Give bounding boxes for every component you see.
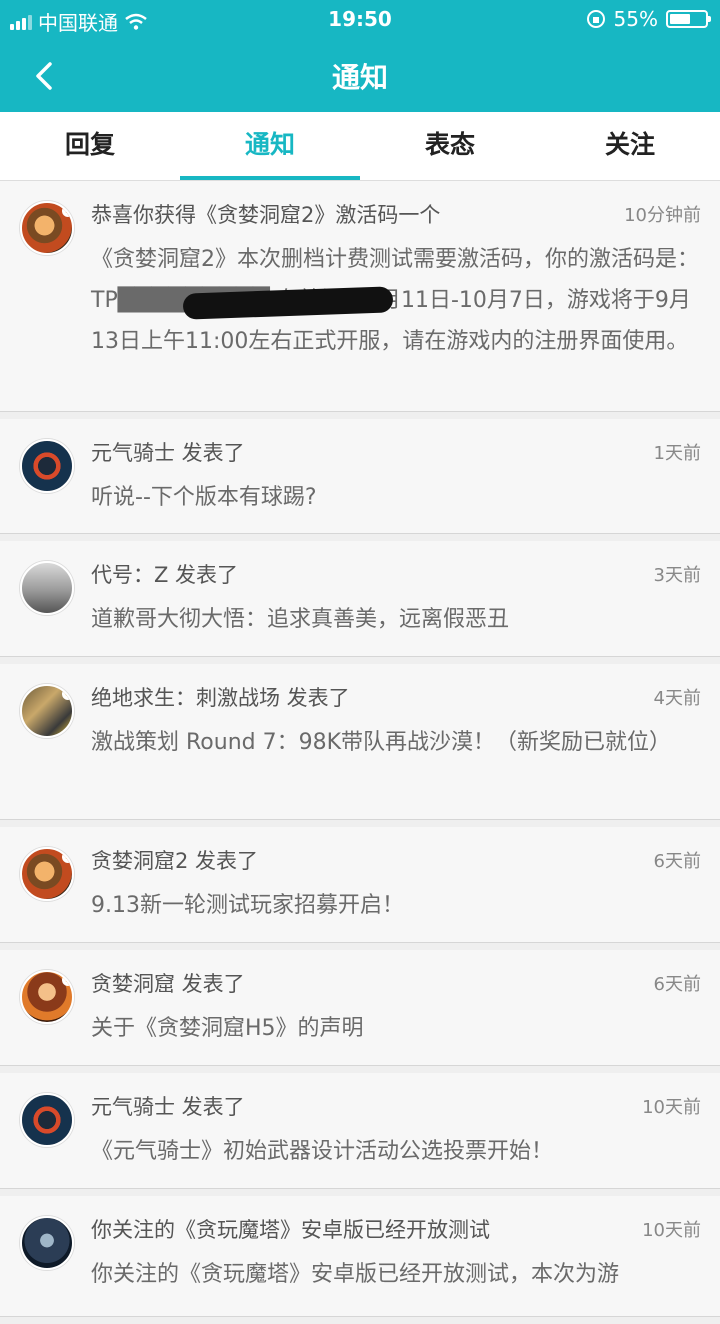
notification-body: 听说--下个版本有球踢? xyxy=(91,485,317,510)
avatar: ⚡ xyxy=(20,970,74,1024)
avatar xyxy=(20,1216,74,1270)
avatar: ⚡ xyxy=(20,201,74,255)
active-tab-indicator xyxy=(180,176,360,180)
avatar: ⚡ xyxy=(20,847,74,901)
rotation-lock-icon xyxy=(586,10,605,28)
notification-title: 元气骑士 发表了 xyxy=(91,1095,245,1119)
battery-percent: 55% xyxy=(613,7,658,31)
notification-time: 4天前 xyxy=(653,688,701,709)
notification-title: 代号：Z 发表了 xyxy=(91,563,239,587)
avatar xyxy=(20,1093,74,1147)
notification-list: ⚡ 恭喜你获得《贪婪洞窟2》激活码一个 10分钟前 《贪婪洞窟2》本次删档计费测… xyxy=(0,181,720,1324)
notification-title: 贪婪洞窟 发表了 xyxy=(91,972,245,996)
notification-item[interactable]: ⚡ 贪婪洞窟2 发表了 6天前 9.13新一轮测试玩家招募开启！ xyxy=(0,827,720,943)
notification-time: 10天前 xyxy=(642,1097,701,1118)
notification-item[interactable]: 元气骑士 发表了 1天前 听说--下个版本有球踢? xyxy=(0,419,720,534)
notification-time: 1天前 xyxy=(653,443,701,464)
notification-item[interactable]: 代号：Z 发表了 3天前 道歉哥大彻大悟：追求真善美，远离假恶丑 xyxy=(0,541,720,657)
tab-follow[interactable]: 关注 xyxy=(540,112,720,180)
nav-bar: 通知 xyxy=(0,40,720,112)
notification-time: 10分钟前 xyxy=(624,205,701,226)
lightning-badge-icon: ⚡ xyxy=(62,851,72,863)
notification-title: 元气骑士 发表了 xyxy=(91,441,245,465)
notification-title: 绝地求生：刺激战场 发表了 xyxy=(91,686,350,710)
notification-item[interactable]: ✔ 绝地求生：刺激战场 发表了 4天前 激战策划 Round 7：98K带队再战… xyxy=(0,664,720,820)
page-title: 通知 xyxy=(331,61,388,94)
notification-body: 关于《贪婪洞窟H5》的声明 xyxy=(91,1016,364,1041)
tab-reaction[interactable]: 表态 xyxy=(360,112,540,180)
verified-badge-icon: ✔ xyxy=(62,688,72,700)
notification-body: 激战策划 Round 7：98K带队再战沙漠！（新奖励已就位） xyxy=(91,730,672,755)
avatar xyxy=(20,561,74,615)
tab-reply[interactable]: 回复 xyxy=(0,112,180,180)
notification-title: 贪婪洞窟2 发表了 xyxy=(91,849,259,873)
notification-title: 你关注的《贪玩魔塔》安卓版已经开放测试 xyxy=(91,1218,490,1242)
notification-item[interactable]: 你关注的《贪玩魔塔》安卓版已经开放测试 10天前 你关注的《贪玩魔塔》安卓版已经… xyxy=(0,1196,720,1317)
notification-title: 恭喜你获得《贪婪洞窟2》激活码一个 xyxy=(91,203,441,227)
notification-time: 3天前 xyxy=(653,565,701,586)
notification-body: 道歉哥大彻大悟：追求真善美，远离假恶丑 xyxy=(91,607,510,632)
battery-icon xyxy=(666,10,711,28)
notification-body: 《元气骑士》初始武器设计活动公选投票开始！ xyxy=(91,1139,554,1164)
tab-bar: 回复 通知 表态 关注 xyxy=(0,112,720,181)
avatar xyxy=(20,439,74,493)
notification-time: 6天前 xyxy=(653,974,701,995)
lightning-badge-icon: ⚡ xyxy=(62,205,72,217)
notification-body: 你关注的《贪玩魔塔》安卓版已经开放测试，本次为游 xyxy=(91,1262,620,1287)
notification-item[interactable]: 元气骑士 发表了 10天前 《元气骑士》初始武器设计活动公选投票开始！ xyxy=(0,1073,720,1189)
notification-body: 9.13新一轮测试玩家招募开启！ xyxy=(91,893,404,918)
notification-item[interactable]: ⚡ 贪婪洞窟 发表了 6天前 关于《贪婪洞窟H5》的声明 xyxy=(0,950,720,1066)
notification-time: 6天前 xyxy=(653,851,701,872)
tab-notification[interactable]: 通知 xyxy=(180,112,360,180)
status-bar: 中国联通 19:50 55% xyxy=(0,0,720,40)
notification-time: 10天前 xyxy=(642,1220,701,1241)
avatar: ✔ xyxy=(20,684,74,738)
lightning-badge-icon: ⚡ xyxy=(62,974,72,986)
